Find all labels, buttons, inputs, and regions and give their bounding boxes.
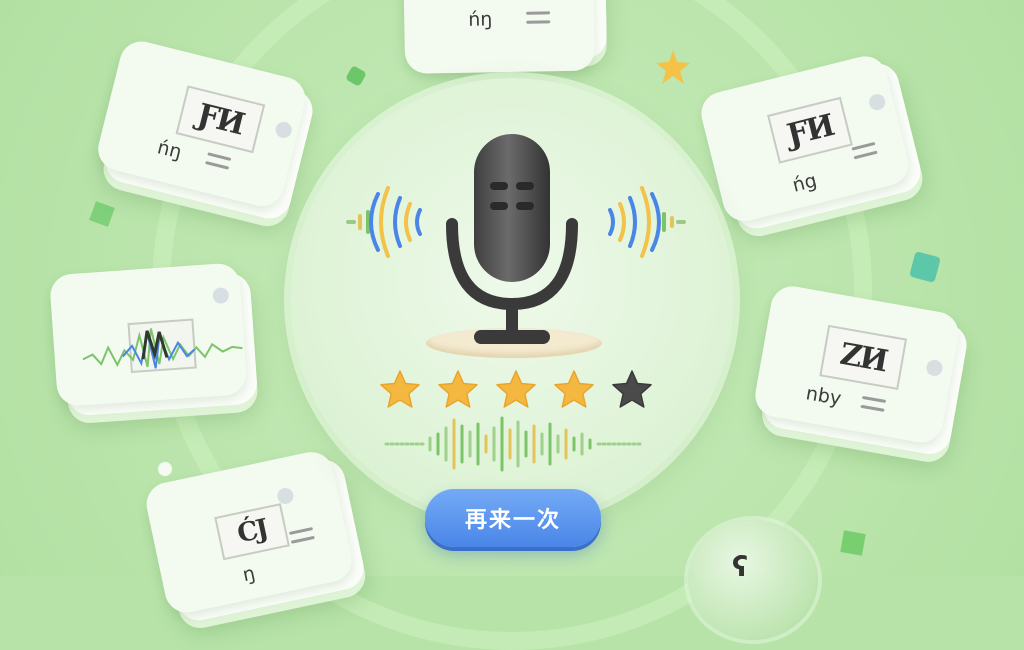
audio-visualizer-icon bbox=[384, 416, 644, 472]
star-filled-icon bbox=[554, 370, 594, 408]
card-shadow-layer bbox=[402, 0, 596, 74]
confetti-dot bbox=[158, 462, 172, 476]
star-filled-icon bbox=[496, 370, 536, 408]
star-filled-icon bbox=[438, 370, 478, 408]
bubble-glyph: ʕ bbox=[732, 550, 749, 583]
phoneme-card-1[interactable]: ńŋ bbox=[402, 0, 607, 74]
sound-wave-right-icon bbox=[608, 186, 686, 258]
menu-lines-icon bbox=[526, 11, 551, 29]
pronunciation-label: ńŋ bbox=[468, 8, 493, 31]
microphone-icon[interactable] bbox=[440, 132, 584, 348]
menu-lines-icon bbox=[859, 395, 887, 418]
retry-button[interactable]: 再来一次 bbox=[425, 489, 601, 547]
star-empty-icon bbox=[612, 370, 652, 408]
sound-wave-left-icon bbox=[346, 186, 422, 258]
sound-wave-icon bbox=[82, 318, 243, 374]
waveform-card[interactable] bbox=[48, 262, 259, 417]
glyph-bubble[interactable]: ʕ bbox=[688, 520, 818, 640]
confetti-square bbox=[840, 530, 866, 556]
sparkle-star-icon bbox=[656, 50, 690, 84]
star-filled-icon bbox=[380, 370, 420, 408]
